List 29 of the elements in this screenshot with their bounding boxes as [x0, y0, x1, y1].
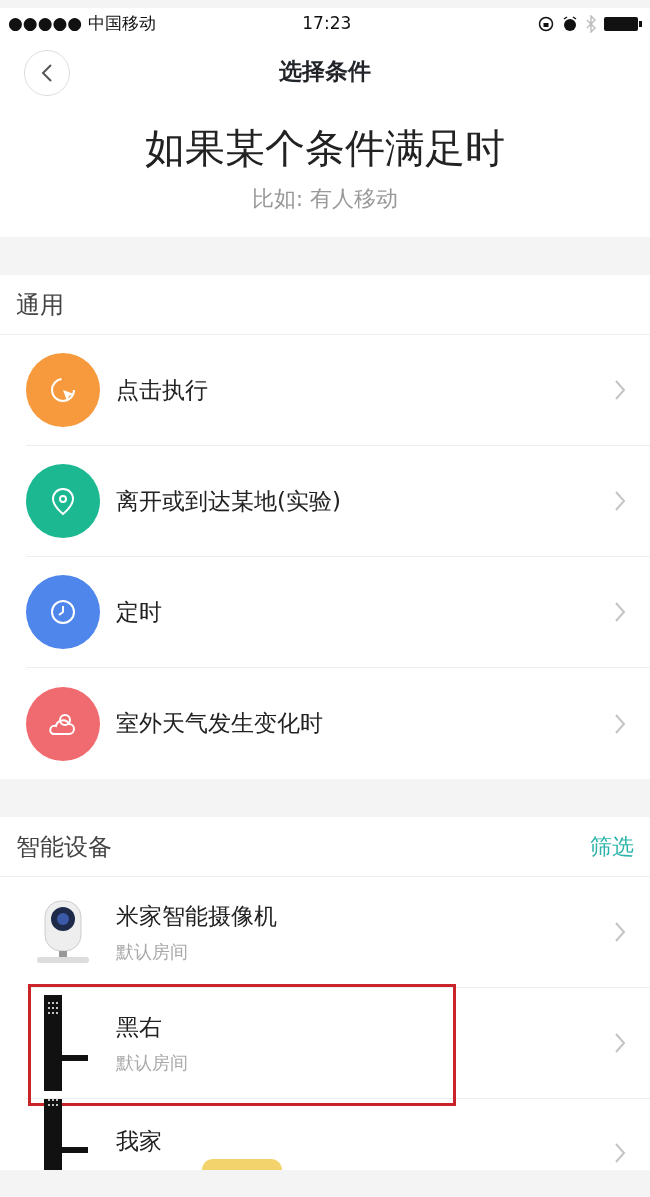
condition-label[interactable]: 离开或到达某地(实验): [116, 483, 598, 519]
condition-label[interactable]: 定时: [116, 594, 598, 630]
header-title: 如果某个条件满足时: [144, 124, 506, 168]
page-title: 选择条件: [279, 56, 371, 86]
room-label: 默认房间: [116, 939, 189, 964]
device-name[interactable]: 我家: [116, 1124, 598, 1159]
device-name[interactable]: 黑右: [116, 1010, 598, 1045]
chevron-icon: [614, 1032, 626, 1054]
back-icon: [41, 63, 53, 83]
carrier-name: ●●●●● 中国移动: [8, 12, 156, 36]
battery-icon: [604, 16, 642, 32]
condition-label[interactable]: 室外天气发生变化时: [116, 706, 598, 741]
header-subtitle: 比如: 有人移动: [250, 185, 400, 213]
chevron-icon: [614, 1142, 626, 1164]
lock-rotation-icon: [538, 16, 554, 32]
section-title: 通用: [16, 289, 64, 321]
section-title: 智能设备: [16, 831, 112, 863]
bluetooth-icon: [586, 15, 596, 33]
chevron-icon: [614, 490, 626, 512]
alarm-icon: [562, 16, 578, 32]
chevron-icon: [614, 601, 626, 623]
chevron-icon: [614, 712, 626, 735]
status-time: 17:23: [302, 12, 352, 36]
chevron-icon: [614, 379, 626, 401]
back-button[interactable]: [24, 50, 70, 96]
device-name[interactable]: 米家智能摄像机: [116, 899, 598, 934]
chevron-icon: [614, 921, 626, 943]
condition-label[interactable]: 点击执行: [116, 372, 598, 408]
room-label: 默认房间: [116, 1050, 189, 1075]
